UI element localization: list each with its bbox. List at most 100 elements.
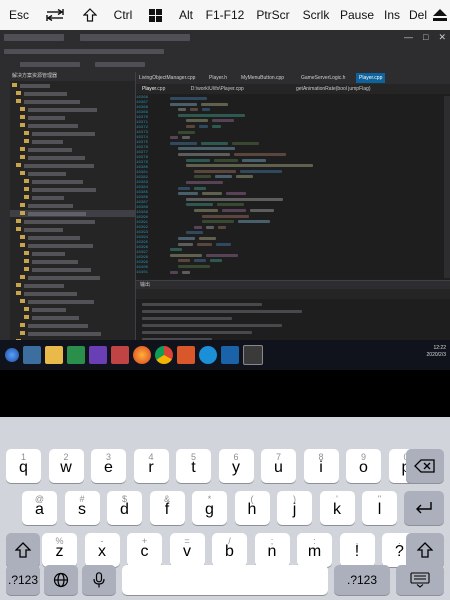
key-a[interactable]: @ a <box>22 491 57 525</box>
ide-icon[interactable] <box>221 346 239 364</box>
key-l[interactable]: " l <box>362 491 397 525</box>
pause-key[interactable]: Pause <box>336 0 378 30</box>
solution-tree-item[interactable] <box>10 154 135 161</box>
esc-key[interactable]: Esc <box>0 0 38 30</box>
solution-tree-item[interactable] <box>10 122 135 129</box>
solution-tree-item[interactable] <box>10 186 135 193</box>
key-v[interactable]: = v <box>169 533 205 567</box>
solution-tree-item[interactable] <box>10 202 135 209</box>
computer-icon[interactable] <box>23 346 41 364</box>
photos-icon[interactable] <box>111 346 129 364</box>
tab-player-cpp[interactable]: Player.cpp <box>356 73 386 83</box>
key-j[interactable]: ) j <box>277 491 312 525</box>
numbers-key-right[interactable]: .?123 <box>334 565 390 595</box>
key-m[interactable]: :m <box>297 533 332 567</box>
navbar-function[interactable]: getAnimationRate(bool jumpFlag) <box>296 84 370 94</box>
remote-desktop-view[interactable]: — □ ✕ 解决方案资源管理器 LivingObjectManager.cpp … <box>0 30 450 370</box>
solution-tree-item[interactable] <box>10 314 135 321</box>
eject-key[interactable] <box>430 0 450 30</box>
app-icon[interactable] <box>177 346 195 364</box>
backspace-key[interactable] <box>406 449 444 483</box>
solution-tree-item[interactable] <box>10 106 135 113</box>
delete-key[interactable]: Del <box>406 0 430 30</box>
key-k[interactable]: ' k <box>319 491 355 525</box>
solution-tree-item[interactable] <box>10 266 135 273</box>
key-c[interactable]: + c <box>127 533 162 567</box>
key-r[interactable]: 4r <box>133 449 169 483</box>
close-icon[interactable]: ✕ <box>438 32 446 43</box>
solution-tree-item[interactable] <box>10 218 135 225</box>
file-explorer-icon[interactable] <box>45 346 63 364</box>
solution-tree-item[interactable] <box>10 98 135 105</box>
insert-key[interactable]: Ins <box>378 0 406 30</box>
key-d[interactable]: $ d <box>107 491 142 525</box>
shift-key[interactable] <box>72 0 108 30</box>
solution-tree-item[interactable] <box>10 178 135 185</box>
function-keys[interactable]: F1-F12 <box>200 0 250 30</box>
remote-window-icon[interactable] <box>243 345 263 365</box>
key-w[interactable]: 2w <box>48 449 84 483</box>
solution-tree-item[interactable] <box>10 322 135 329</box>
key-exclaim[interactable]: ,! <box>339 533 375 567</box>
solution-tree-item[interactable] <box>10 114 135 121</box>
solution-tree-item[interactable] <box>10 306 135 313</box>
shift-left-key[interactable] <box>6 533 40 567</box>
media-player-icon[interactable] <box>67 346 85 364</box>
window-controls[interactable]: — □ ✕ <box>404 32 446 43</box>
solution-tree-item[interactable] <box>10 298 135 305</box>
solution-tree-item[interactable] <box>10 82 135 89</box>
solution-tree-item[interactable] <box>10 250 135 257</box>
alt-key[interactable]: Alt <box>172 0 200 30</box>
solution-tree-item[interactable] <box>10 146 135 153</box>
globe-key[interactable] <box>44 565 78 595</box>
solution-tree-item[interactable] <box>10 274 135 281</box>
key-e[interactable]: 3e <box>91 449 126 483</box>
minimize-icon[interactable]: — <box>404 32 413 43</box>
solution-tree-item[interactable] <box>10 138 135 145</box>
firefox-icon[interactable] <box>133 346 151 364</box>
code-editor[interactable]: LivingObjectManager.cpp Player.h MyMenuB… <box>136 72 450 278</box>
key-f[interactable]: & f <box>149 491 185 525</box>
hide-keyboard-key[interactable] <box>396 565 444 595</box>
solution-tree-item[interactable] <box>10 234 135 241</box>
printscreen-key[interactable]: PtrScr <box>250 0 296 30</box>
key-n[interactable]: ; n <box>254 533 290 567</box>
dictation-key[interactable] <box>82 565 116 595</box>
solution-tree-item[interactable] <box>10 258 135 265</box>
solution-tree-item[interactable] <box>10 330 135 337</box>
key-y[interactable]: 6y <box>218 449 254 483</box>
system-clock[interactable]: 12:22 2020/2/3 <box>427 345 446 359</box>
tab-player-h[interactable]: Player.h <box>206 73 230 83</box>
ctrl-key[interactable]: Ctrl <box>108 0 138 30</box>
numbers-key-left[interactable]: .?123 <box>6 565 40 595</box>
start-button-icon[interactable] <box>5 348 19 362</box>
windows-key[interactable] <box>138 0 172 30</box>
solution-tree-item[interactable] <box>10 282 135 289</box>
key-g[interactable]: * g <box>192 491 227 525</box>
space-key[interactable] <box>122 565 328 595</box>
solution-explorer[interactable]: 解决方案资源管理器 <box>10 72 136 354</box>
solution-tree-item[interactable] <box>10 210 135 217</box>
editor-scrollbar[interactable] <box>444 96 450 278</box>
key-o[interactable]: 9o <box>346 449 381 483</box>
solution-tree-item[interactable] <box>10 194 135 201</box>
shift-right-key[interactable] <box>406 533 444 567</box>
key-h[interactable]: (h <box>234 491 270 525</box>
scrolllock-key[interactable]: Scrlk <box>296 0 336 30</box>
chrome-icon[interactable] <box>155 346 173 364</box>
code-area[interactable] <box>162 96 450 278</box>
solution-tree-item[interactable] <box>10 170 135 177</box>
tab-key[interactable] <box>38 0 72 30</box>
solution-tree-item[interactable] <box>10 90 135 97</box>
solution-tree-item[interactable] <box>10 290 135 297</box>
key-t[interactable]: 5t <box>176 449 211 483</box>
key-z[interactable]: % z <box>42 533 77 567</box>
maximize-icon[interactable]: □ <box>423 32 428 43</box>
tab-gameserverlogic[interactable]: GameServerLogic.h <box>298 73 348 83</box>
navbar-scope[interactable]: Player <box>142 86 156 92</box>
solution-tree-item[interactable] <box>10 242 135 249</box>
visual-studio-icon[interactable] <box>89 346 107 364</box>
key-x[interactable]: -x <box>84 533 120 567</box>
key-b[interactable]: / b <box>212 533 247 567</box>
tab-livingobjectmanager[interactable]: LivingObjectManager.cpp <box>136 73 198 83</box>
